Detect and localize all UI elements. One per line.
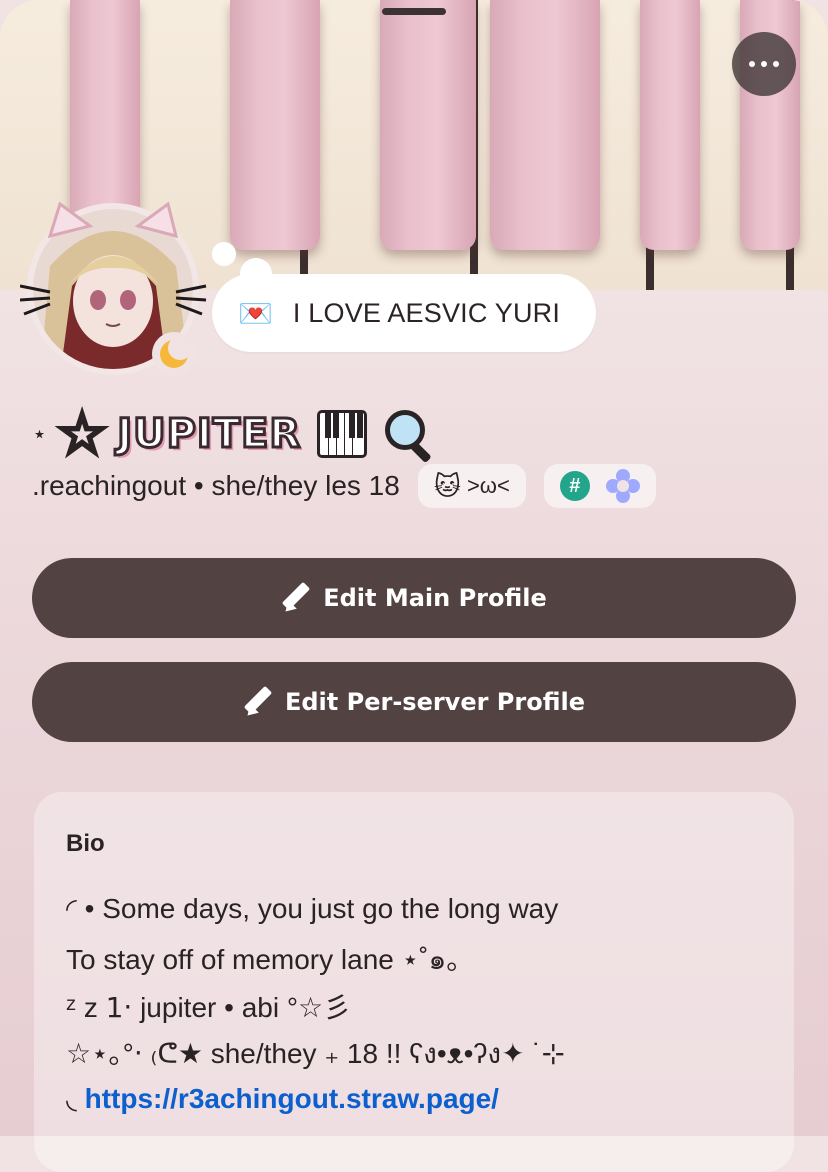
sheet-drag-handle[interactable] <box>382 8 446 15</box>
bio-line: To stay off of memory lane ⋆˚๑。 <box>66 944 475 975</box>
small-star-icon: ⋆ <box>32 420 48 448</box>
display-name: JUPITER <box>116 410 302 459</box>
custom-status-text: I LOVE AESVIC YURI <box>292 297 561 328</box>
bio-line: ᶻ z 𝟣‧ jupiter • abi °☆彡 <box>66 992 352 1023</box>
edit-main-profile-button[interactable]: Edit Main Profile <box>32 558 796 638</box>
piano-icon <box>317 410 368 458</box>
more-horizontal-icon <box>749 61 755 67</box>
bio-line: ◜ • Some days, you just go the long way <box>66 893 559 924</box>
magnifying-glass-icon <box>383 408 435 464</box>
custom-status-bubble[interactable]: 💌 I LOVE AESVIC YURI <box>212 274 596 352</box>
profile-tag-pill[interactable]: 🐱 >ω< <box>417 464 526 508</box>
pencil-icon <box>243 685 273 720</box>
edit-per-server-profile-button[interactable]: Edit Per-server Profile <box>32 662 796 742</box>
username-pronouns: .reachingout • she/they les 18 <box>32 470 400 501</box>
bio-link[interactable]: https://r3achingout.straw.page/ <box>85 1083 499 1114</box>
hashtag-badge-icon: # <box>559 471 590 501</box>
profile-subline: .reachingout • she/they les 18 🐱 >ω< # <box>32 464 656 508</box>
love-letter-icon: 💌 <box>238 297 273 329</box>
more-options-button[interactable] <box>732 32 796 96</box>
bio-line: ◟ https://r3achingout.straw.page/ <box>66 1083 499 1114</box>
presence-status <box>152 332 196 376</box>
moon-icon <box>160 338 190 368</box>
star-icon: ☆ <box>55 402 109 465</box>
bio-card: Bio ◜ • Some days, you just go the long … <box>34 792 794 1172</box>
nitro-badge-icon <box>605 469 640 503</box>
display-name-row: ⋆ ☆ JUPITER <box>32 402 435 466</box>
bio-title: Bio <box>66 830 105 857</box>
tag-label: >ω< <box>466 473 510 498</box>
pencil-icon <box>281 581 311 616</box>
pixel-cat-icon: 🐱 <box>433 470 461 501</box>
badges-pill[interactable]: # <box>543 464 656 508</box>
thought-bubble-dot <box>212 242 236 266</box>
bio-line: ☆⋆｡°‧ ₍ᕦ★ she/they ₊ 18 !! ʕง•ᴥ•ʔง✦ ˙⊹ <box>66 1038 566 1069</box>
